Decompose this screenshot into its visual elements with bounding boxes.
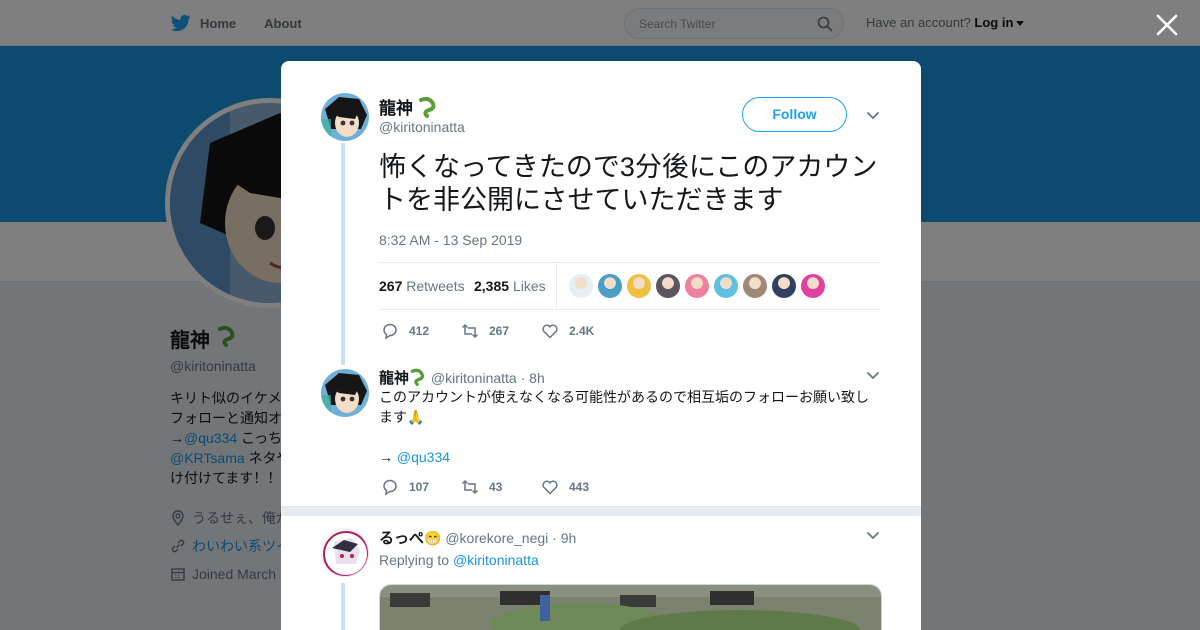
replying-to: Replying to @kiritoninatta — [379, 552, 539, 568]
retweet-icon — [461, 479, 479, 495]
liker-avatar[interactable] — [685, 274, 709, 298]
author-avatar-image — [321, 93, 369, 141]
follow-button[interactable]: Follow — [742, 97, 847, 132]
reply-author-name[interactable]: るっぺ — [379, 530, 424, 547]
like-count: 443 — [569, 480, 590, 494]
reply-time[interactable]: · 9h — [552, 530, 576, 546]
heart-icon — [542, 324, 558, 339]
reply-count: 412 — [409, 324, 430, 338]
reply-time[interactable]: · 8h — [521, 370, 545, 386]
tweet-actions: 412 267 2.4K — [381, 322, 621, 340]
liker-avatar[interactable] — [569, 274, 593, 298]
reply-author-name[interactable]: 龍神 — [379, 370, 409, 387]
author-handle[interactable]: @kiritoninatta — [379, 119, 465, 135]
retweet-stat[interactable]: 267 Retweets — [379, 278, 465, 294]
thread-line — [341, 143, 345, 365]
retweet-count: 43 — [489, 480, 503, 494]
likes-stat[interactable]: 2,385 Likes — [474, 278, 546, 294]
reply-icon — [383, 479, 397, 496]
reply-button[interactable]: 412 — [381, 322, 461, 340]
tweet-timestamp[interactable]: 8:32 AM - 13 Sep 2019 — [379, 232, 522, 248]
liker-avatars — [569, 274, 825, 298]
reply-avatar[interactable] — [321, 529, 369, 577]
reply-link-line: → @qu334 — [379, 447, 879, 467]
liker-avatar[interactable] — [627, 274, 651, 298]
stats-divider — [556, 263, 557, 309]
retweet-button[interactable]: 267 — [461, 322, 541, 340]
liker-avatar[interactable] — [772, 274, 796, 298]
reply-header: 龍神 @kiritoninatta · 8h — [379, 367, 545, 388]
chevron-down-icon[interactable] — [866, 531, 880, 541]
likes-label: Likes — [512, 278, 546, 294]
reply-avatar-image — [322, 530, 368, 576]
reply-avatar[interactable] — [321, 369, 369, 417]
reply-header: るっぺ😁 @korekore_negi · 9h — [379, 527, 576, 548]
retweet-action-count: 267 — [489, 324, 510, 338]
likes-count: 2,385 — [474, 278, 510, 294]
chevron-down-icon[interactable] — [866, 111, 880, 121]
dragon-icon — [410, 368, 425, 386]
author-avatar[interactable] — [321, 93, 369, 141]
arrow-text: → — [379, 449, 393, 465]
tweet-modal: 龍神 @kiritoninatta Follow 怖くなってきたので3分後にこの… — [281, 61, 921, 630]
dragon-icon — [419, 96, 436, 118]
close-icon[interactable] — [1155, 13, 1179, 37]
tweet-stats: 267 Retweets 2,385 Likes — [379, 262, 881, 310]
grin-emoji-icon: 😁 — [424, 530, 442, 546]
liker-avatar[interactable] — [714, 274, 738, 298]
tweet-text: 怖くなってきたので3分後にこのアカウントを非公開にさせていただきます — [379, 152, 878, 215]
hands-icon: 🙏 — [407, 409, 425, 425]
reply-actions: 107 43 443 — [381, 478, 621, 496]
liker-avatar[interactable] — [598, 274, 622, 298]
replying-to-link[interactable]: @kiritoninatta — [453, 552, 539, 568]
reply-author-handle[interactable]: @kiritoninatta — [431, 370, 517, 386]
thread-line — [341, 583, 345, 630]
like-button[interactable]: 2.4K — [541, 322, 621, 340]
liker-avatar[interactable] — [801, 274, 825, 298]
mention-link[interactable]: @qu334 — [397, 449, 450, 465]
thread-separator — [281, 506, 921, 516]
author-name-text: 龍神 — [379, 99, 413, 118]
chevron-down-icon[interactable] — [866, 371, 880, 381]
retweet-icon — [461, 323, 479, 339]
reply-icon — [383, 323, 397, 340]
reply-avatar-image — [321, 369, 369, 417]
heart-icon — [542, 480, 558, 495]
liker-avatar[interactable] — [656, 274, 680, 298]
replying-label: Replying to — [379, 552, 450, 568]
retweet-label: Retweets — [406, 278, 465, 294]
media-preview[interactable] — [379, 584, 882, 630]
reply-author-handle[interactable]: @korekore_negi — [445, 530, 548, 546]
photo-image — [380, 585, 881, 630]
retweet-count: 267 — [379, 278, 403, 294]
reply-button[interactable]: 107 — [381, 478, 461, 496]
reply-count: 107 — [409, 480, 430, 494]
retweet-button[interactable]: 43 — [461, 478, 541, 496]
reply-text: このアカウントが使えなくなる可能性があるので相互垢のフォローお願い致します🙏 →… — [379, 387, 879, 467]
liker-avatar[interactable] — [743, 274, 767, 298]
like-button[interactable]: 443 — [541, 478, 621, 496]
reply-text-content: このアカウントが使えなくなる可能性があるので相互垢のフォローお願い致します — [379, 389, 869, 425]
author-name[interactable]: 龍神 — [379, 94, 439, 119]
like-action-count: 2.4K — [569, 324, 595, 338]
